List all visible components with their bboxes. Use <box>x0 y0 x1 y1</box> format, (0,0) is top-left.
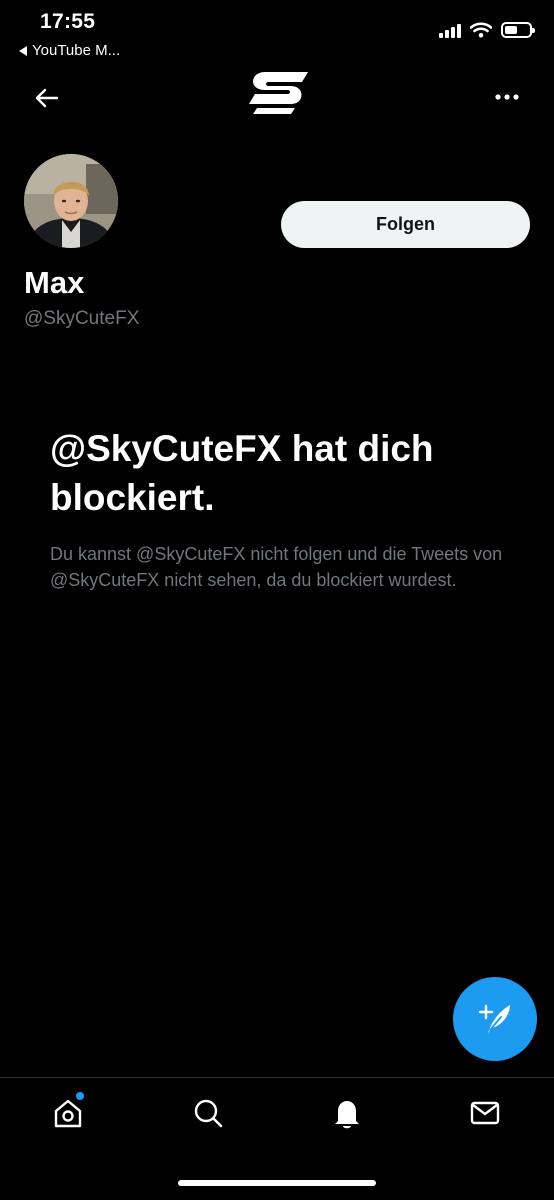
more-horizontal-icon[interactable] <box>494 90 520 104</box>
arrow-left-icon[interactable] <box>33 84 61 112</box>
follow-button[interactable]: Folgen <box>281 201 530 248</box>
mail-icon <box>470 1101 500 1125</box>
back-to-app-link[interactable]: YouTube M... <box>19 42 120 59</box>
cellular-signal-icon <box>439 22 461 38</box>
avatar-image <box>24 154 118 248</box>
home-indicator[interactable] <box>178 1180 376 1186</box>
blocked-description: Du kannst @SkyCuteFX nicht folgen und di… <box>50 544 503 590</box>
battery-icon <box>501 22 535 38</box>
home-icon <box>54 1099 82 1128</box>
status-time: 17:55 <box>40 10 96 33</box>
search-icon <box>194 1099 223 1128</box>
wifi-icon <box>470 22 492 38</box>
back-triangle-icon <box>19 45 27 56</box>
user-handle: @SkyCuteFX <box>24 308 140 329</box>
tab-notifications[interactable] <box>329 1095 365 1131</box>
tab-messages[interactable] <box>467 1095 503 1131</box>
s-logo-icon <box>249 72 308 114</box>
avatar[interactable] <box>24 154 118 248</box>
tab-search[interactable] <box>190 1095 226 1131</box>
tab-home[interactable] <box>50 1095 86 1131</box>
compose-tweet-button[interactable] <box>453 977 537 1061</box>
bell-icon <box>335 1101 359 1129</box>
back-app-label: YouTube M... <box>32 42 121 59</box>
display-name: Max <box>24 265 85 300</box>
tabbar-divider <box>0 1077 554 1078</box>
blocked-title: @SkyCuteFX hat dich blockiert. <box>50 428 434 518</box>
feather-plus-icon <box>478 1004 510 1033</box>
home-notification-dot <box>76 1092 84 1100</box>
status-icons <box>439 22 535 38</box>
